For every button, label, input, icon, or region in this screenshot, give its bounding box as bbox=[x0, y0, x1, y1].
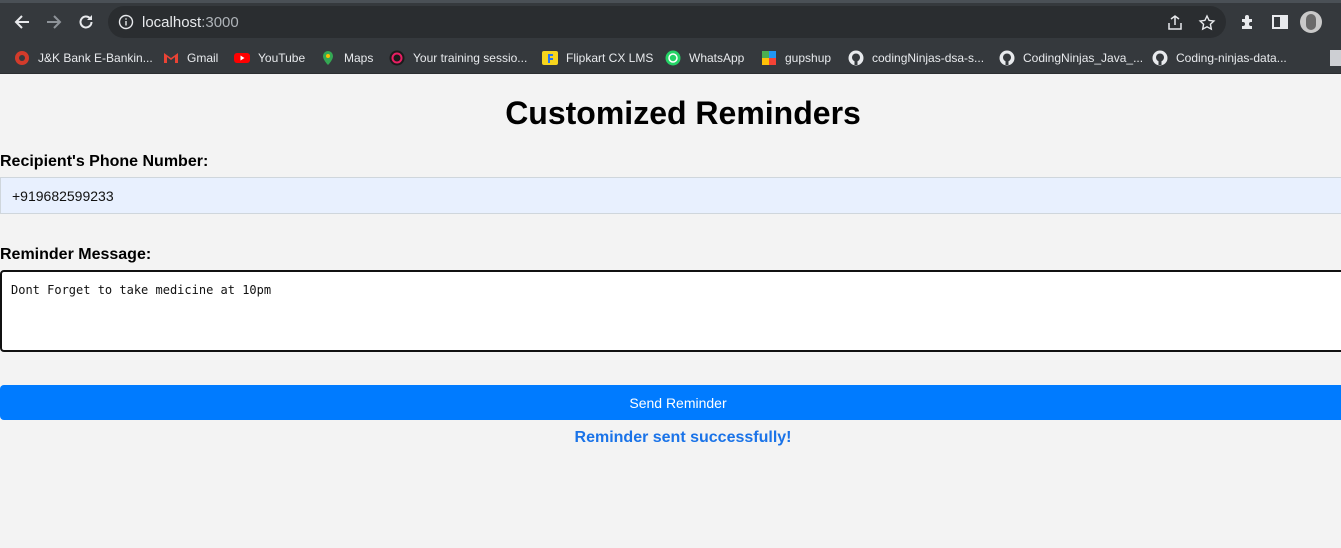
bookmark-label: CodingNinjas_Java_... bbox=[1023, 51, 1144, 65]
bookmark-jk-bank[interactable]: J&K Bank E-Bankin... bbox=[14, 49, 153, 67]
side-panel-icon[interactable] bbox=[1270, 12, 1290, 32]
bookmark-gmail[interactable]: Gmail bbox=[163, 49, 218, 67]
github-icon bbox=[999, 50, 1015, 66]
bookmark-label: J&K Bank E-Bankin... bbox=[38, 51, 153, 65]
maps-icon bbox=[320, 50, 336, 66]
extensions-icon[interactable] bbox=[1238, 12, 1258, 32]
whatsapp-icon bbox=[665, 50, 681, 66]
url-text[interactable]: localhost:3000 bbox=[142, 14, 239, 31]
url-port: :3000 bbox=[201, 14, 239, 31]
bookmark-youtube[interactable]: YouTube bbox=[234, 49, 305, 67]
forward-arrow-icon bbox=[47, 15, 62, 29]
address-bar[interactable]: localhost:3000 bbox=[108, 6, 1226, 38]
reload-button[interactable] bbox=[75, 11, 97, 33]
bookmark-label: Flipkart CX LMS bbox=[566, 51, 654, 65]
github-icon bbox=[848, 50, 864, 66]
bookmark-label: Coding-ninjas-data... bbox=[1176, 51, 1287, 65]
gupshup-icon bbox=[761, 50, 777, 66]
site-info-icon[interactable] bbox=[118, 14, 134, 30]
bookmark-maps[interactable]: Maps bbox=[320, 49, 373, 67]
forward-button[interactable] bbox=[43, 11, 65, 33]
phone-number-input[interactable] bbox=[0, 177, 1341, 214]
reminder-message-textarea[interactable]: Dont Forget to take medicine at 10pm bbox=[0, 270, 1341, 352]
back-arrow-icon bbox=[14, 15, 29, 29]
training-icon bbox=[389, 50, 405, 66]
tab-strip-edge bbox=[0, 0, 1341, 3]
reload-icon bbox=[79, 15, 93, 29]
url-host: localhost bbox=[142, 14, 202, 31]
send-reminder-button[interactable]: Send Reminder bbox=[0, 385, 1341, 420]
phone-label: Recipient's Phone Number: bbox=[0, 153, 209, 170]
bookmarks-overflow-icon[interactable] bbox=[1330, 50, 1341, 66]
jk-bank-icon bbox=[14, 50, 30, 66]
page-content: Customized Reminders Recipient's Phone N… bbox=[0, 75, 1341, 548]
bookmark-coding-ninjas-data[interactable]: Coding-ninjas-data... bbox=[1152, 49, 1287, 67]
gmail-icon bbox=[163, 50, 179, 66]
youtube-icon bbox=[234, 50, 250, 66]
bookmarks-bar: J&K Bank E-Bankin... Gmail YouTube Maps … bbox=[0, 42, 1341, 74]
profile-avatar[interactable] bbox=[1300, 11, 1322, 33]
bookmark-star-icon[interactable] bbox=[1198, 14, 1216, 32]
bookmark-label: WhatsApp bbox=[689, 51, 745, 65]
bookmark-training[interactable]: Your training sessio... bbox=[389, 49, 527, 67]
bookmark-gupshup[interactable]: gupshup bbox=[761, 49, 831, 67]
message-label: Reminder Message: bbox=[0, 246, 152, 263]
page-title: Customized Reminders bbox=[505, 95, 861, 131]
share-icon[interactable] bbox=[1166, 14, 1184, 32]
github-icon bbox=[1152, 50, 1168, 66]
success-message: Reminder sent successfully! bbox=[574, 429, 792, 446]
bookmark-codingninjas-dsa[interactable]: codingNinjas-dsa-s... bbox=[848, 49, 984, 67]
bookmark-label: codingNinjas-dsa-s... bbox=[872, 51, 985, 65]
browser-toolbar: localhost:3000 bbox=[0, 0, 1341, 42]
bookmark-flipkart[interactable]: Flipkart CX LMS bbox=[542, 49, 653, 67]
bookmark-label: Maps bbox=[344, 51, 374, 65]
bookmark-label: gupshup bbox=[785, 51, 832, 65]
bookmark-label: Your training sessio... bbox=[413, 51, 528, 65]
flipkart-icon bbox=[542, 50, 558, 66]
bookmark-codingninjas-java[interactable]: CodingNinjas_Java_... bbox=[999, 49, 1143, 67]
bookmark-label: YouTube bbox=[258, 51, 306, 65]
back-button[interactable] bbox=[11, 11, 33, 33]
bookmark-whatsapp[interactable]: WhatsApp bbox=[665, 49, 744, 67]
bookmark-label: Gmail bbox=[187, 51, 219, 65]
